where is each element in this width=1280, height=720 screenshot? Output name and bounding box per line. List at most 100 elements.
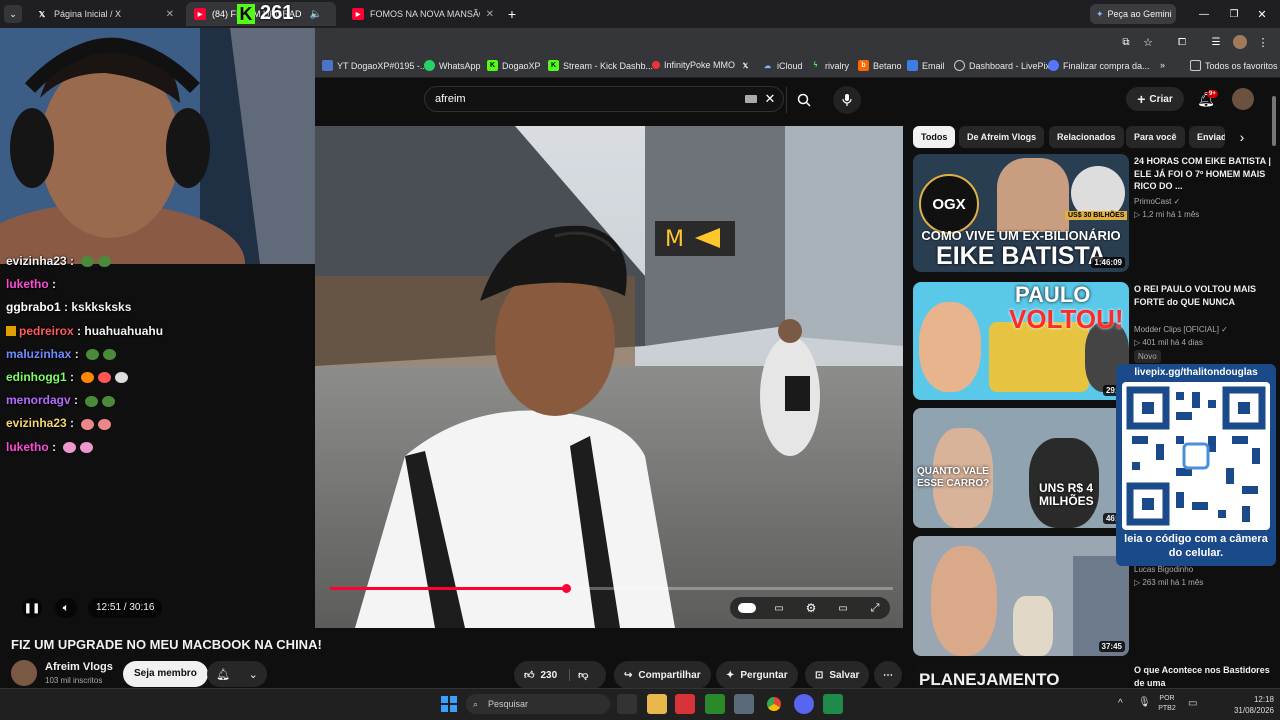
file-explorer-icon[interactable] <box>647 694 667 714</box>
rec-thumbnail-5[interactable]: PLANEJAMENTO <box>913 664 1129 688</box>
bookmark-item[interactable]: Finalizar compra da... <box>1048 60 1150 71</box>
tray-microphone-icon[interactable]: 🎙︎ <box>1138 697 1151 708</box>
chat-username[interactable]: evizinha23 <box>6 254 67 268</box>
ask-button[interactable]: ✦ Perguntar <box>716 661 798 689</box>
taskbar-app-icon[interactable] <box>705 694 725 714</box>
chat-username[interactable]: menordagv <box>6 393 71 407</box>
chat-username[interactable]: maluzinhax <box>6 347 71 361</box>
chevron-right-icon[interactable]: › <box>1234 128 1250 146</box>
subscribe-bell-button[interactable]: 🔔︎ ⌄ <box>207 661 267 687</box>
bookmark-item[interactable]: ϟ rivalry <box>810 60 849 71</box>
taskbar-app-icon[interactable] <box>823 694 843 714</box>
cast-icon[interactable]: ⧉ <box>1118 34 1134 50</box>
save-button[interactable]: ⊡ Salvar <box>805 661 870 689</box>
scrollbar-thumb[interactable] <box>1272 96 1276 146</box>
chip-all[interactable]: Todos <box>913 126 956 148</box>
rec-channel-4[interactable]: Lucas Bigodinho <box>1134 565 1193 574</box>
bookmark-item[interactable]: K DogaoXP <box>487 60 541 71</box>
taskbar-clock[interactable]: 12:18 31/08/2026 <box>1222 694 1274 716</box>
more-menu-icon[interactable]: ⋮ <box>1256 34 1270 50</box>
voice-search-button[interactable] <box>833 86 861 114</box>
close-icon[interactable]: ✕ <box>166 9 174 20</box>
rec-thumbnail-3[interactable]: QUANTO VALE ESSE CARRO? UNS R$ 4 MILHÕES… <box>913 408 1129 528</box>
all-bookmarks-folder[interactable]: Todos os favoritos <box>1190 60 1278 71</box>
tab-fomos-na-mansao[interactable]: ▶ FOMOS NA NOVA MANSÃO D ✕ <box>344 2 500 26</box>
channel-name[interactable]: Afreim Vlogs <box>45 661 113 673</box>
volume-icon[interactable]: 🔈︎ <box>55 598 77 618</box>
bookmark-item[interactable]: b Betano <box>858 60 902 71</box>
like-count[interactable]: 230 <box>540 670 557 681</box>
windows-start-icon[interactable] <box>441 696 457 712</box>
chat-username[interactable]: luketho <box>6 440 49 454</box>
network-icon[interactable]: ▭ <box>1188 698 1197 709</box>
minimize-icon[interactable]: — <box>1196 6 1212 22</box>
rec-title-2[interactable]: O REI PAULO VOLTOU MAIS FORTE do QUE NUN… <box>1134 283 1274 308</box>
bookmark-item[interactable]: ☁ iCloud <box>762 60 803 71</box>
bookmark-item[interactable]: Email <box>907 60 945 71</box>
close-icon[interactable]: ✕ <box>486 9 494 20</box>
chat-username[interactable]: evizinha23 <box>6 416 67 430</box>
account-avatar[interactable] <box>1232 88 1254 110</box>
chat-username[interactable]: pedreirox <box>19 324 74 338</box>
chat-username[interactable]: edinhogg1 <box>6 370 67 384</box>
chip-related[interactable]: Relacionados <box>1049 126 1124 148</box>
tray-chevron-icon[interactable]: ^ <box>1118 698 1123 709</box>
settings-gear-icon[interactable]: ⚙ <box>803 600 819 616</box>
bookmark-item[interactable]: Dashboard - LivePix <box>954 60 1050 71</box>
thumbs-up-icon[interactable]: 👍︎ <box>524 669 534 681</box>
chip-from-channel[interactable]: De Afreim Vlogs <box>959 126 1045 148</box>
thumbs-down-icon[interactable]: 👎︎ <box>569 669 588 681</box>
bookmarks-overflow-icon[interactable]: » <box>1160 60 1165 70</box>
create-button[interactable]: + Criar <box>1126 87 1184 111</box>
tab-x-home[interactable]: 𝕏 Página Inicial / X ✕ <box>28 2 180 26</box>
tab-list-icon[interactable]: ☰ <box>1208 34 1224 50</box>
chip-for-you[interactable]: Para você <box>1126 126 1185 148</box>
autoplay-toggle[interactable] <box>738 603 756 613</box>
fullscreen-icon[interactable]: ⤢ <box>867 600 883 616</box>
bookmark-star-icon[interactable]: ☆ <box>1140 34 1156 50</box>
more-actions-icon[interactable]: ⋯ <box>874 661 902 689</box>
channel-avatar[interactable] <box>11 660 37 686</box>
rec-thumbnail-2[interactable]: PAULO VOLTOU! 29:4 <box>913 282 1129 400</box>
progress-bar-track[interactable] <box>330 587 893 590</box>
new-tab-button[interactable]: + <box>504 5 520 23</box>
restore-icon[interactable]: ❐ <box>1226 6 1242 22</box>
mute-icon[interactable]: 🔈 <box>310 9 322 20</box>
share-button[interactable]: ↪ Compartilhar <box>614 661 711 689</box>
rec-channel-2[interactable]: Modder Clips [OFICIAL] ✓ <box>1134 325 1228 334</box>
keyboard-icon[interactable] <box>745 95 757 103</box>
taskbar-app-icon[interactable] <box>675 694 695 714</box>
rec-channel-1[interactable]: PrimoCast ✓ <box>1134 197 1180 206</box>
task-view-icon[interactable] <box>617 694 637 714</box>
rec-thumbnail-4[interactable]: 37:45 <box>913 536 1129 656</box>
rec-title-5[interactable]: O que Acontece nos Bastidores de uma <box>1134 664 1274 688</box>
subtitles-icon[interactable]: ▭ <box>771 600 787 616</box>
chrome-icon[interactable] <box>764 694 784 714</box>
pause-icon[interactable]: ❚❚ <box>22 598 42 618</box>
bookmark-item[interactable]: 𝕏 <box>740 60 755 71</box>
tab-search-chevron-icon[interactable]: ⌄ <box>4 5 22 23</box>
chat-username[interactable]: ggbrabo1 <box>6 300 61 314</box>
bookmark-item[interactable]: YT DogaoXP#0195 -... <box>322 60 427 71</box>
calculator-icon[interactable] <box>734 694 754 714</box>
bookmark-item[interactable]: K Stream - Kick Dashb... <box>548 60 653 71</box>
join-button[interactable]: Seja membro <box>123 661 208 687</box>
bookmark-item[interactable]: WhatsApp <box>424 60 481 71</box>
discord-icon[interactable] <box>794 694 814 714</box>
search-button[interactable] <box>786 87 820 113</box>
input-language[interactable]: POR PTB2 <box>1156 694 1178 714</box>
video-player[interactable]: M <box>315 126 903 628</box>
rec-title-1[interactable]: 24 HORAS COM EIKE BATISTA | ELE JÁ FOI O… <box>1134 155 1274 193</box>
taskbar-search[interactable]: ⌕ Pesquisar <box>466 694 610 714</box>
extensions-icon[interactable]: ⧠ <box>1174 34 1190 50</box>
theater-mode-icon[interactable]: ▭ <box>835 600 851 616</box>
chat-username[interactable]: luketho <box>6 277 49 291</box>
clear-search-icon[interactable]: ✕ <box>763 91 777 106</box>
profile-avatar[interactable] <box>1233 35 1247 49</box>
close-window-icon[interactable]: ✕ <box>1254 6 1270 22</box>
rec-thumbnail-1[interactable]: OGX US$ 30 BILHÕES COMO VIVE UM EX-BILIO… <box>913 154 1129 272</box>
gemini-button[interactable]: ✦ Peça ao Gemini <box>1090 4 1176 24</box>
chip-uploaded[interactable]: Enviad <box>1189 126 1225 148</box>
search-input[interactable]: afreim <box>424 86 784 112</box>
bookmark-item[interactable]: InfinityPoke MMO <box>652 60 735 70</box>
